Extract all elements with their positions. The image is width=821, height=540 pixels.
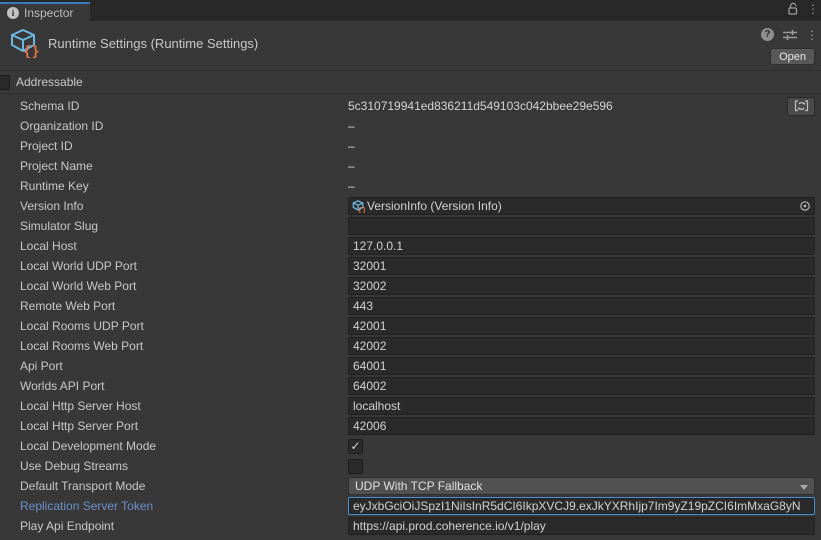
property-label: Local Http Server Host [20, 399, 348, 413]
api-port-input[interactable]: 64001 [348, 357, 815, 375]
property-label: Use Debug Streams [20, 459, 348, 473]
property-row-runtime-key: Runtime Key– [0, 176, 821, 196]
tab-label: Inspector [24, 6, 73, 20]
chevron-down-icon [800, 485, 808, 490]
property-row-version-info: Version Info{}VersionInfo (Version Info) [0, 196, 821, 216]
schema-id-value: 5c310719941ed836211d549103c042bbee29e596 [348, 99, 613, 113]
default-transport-mode-dropdown[interactable]: UDP With TCP Fallback [348, 477, 815, 495]
local-http-server-host-input[interactable]: localhost [348, 397, 815, 415]
property-row-local-rooms-web-port: Local Rooms Web Port42002 [0, 336, 821, 356]
property-row-local-rooms-udp-port: Local Rooms UDP Port42001 [0, 316, 821, 336]
property-label: Project Name [20, 159, 348, 173]
local-rooms-udp-port-input[interactable]: 42001 [348, 317, 815, 335]
kebab-menu-icon[interactable]: ⋮ [807, 3, 815, 15]
property-row-organization-id: Organization ID– [0, 116, 821, 136]
kebab-menu-icon[interactable]: ⋮ [806, 29, 814, 41]
property-row-use-debug-streams: Use Debug Streams✓ [0, 456, 821, 476]
property-row-schema-id: Schema ID5c310719941ed836211d549103c042b… [0, 96, 821, 116]
property-row-local-http-server-port: Local Http Server Port42006 [0, 416, 821, 436]
local-host-input[interactable]: 127.0.0.1 [348, 237, 815, 255]
local-world-web-port-input[interactable]: 32002 [348, 277, 815, 295]
property-label: Local Host [20, 239, 348, 253]
remote-web-port-input[interactable]: 443 [348, 297, 815, 315]
property-row-local-world-udp-port: Local World UDP Port32001 [0, 256, 821, 276]
scriptable-object-icon: {} [352, 200, 365, 213]
object-picker-icon[interactable] [798, 199, 812, 213]
unlock-icon[interactable] [788, 2, 799, 15]
property-label: Replication Server Token [20, 499, 348, 513]
svg-text:{}: {} [358, 205, 365, 212]
property-row-default-transport-mode: Default Transport Mode UDP With TCP Fallb… [0, 476, 821, 496]
property-row-simulator-slug: Simulator Slug [0, 216, 821, 236]
version-info-object-field[interactable]: {}VersionInfo (Version Info) [348, 197, 815, 215]
property-label: Local World UDP Port [20, 259, 348, 273]
property-label: Runtime Key [20, 179, 348, 193]
addressable-row: ✓ Addressable [0, 71, 821, 94]
property-row-local-http-server-host: Local Http Server Hostlocalhost [0, 396, 821, 416]
property-label: Default Transport Mode [20, 479, 348, 493]
property-label: Version Info [20, 199, 348, 213]
property-row-project-name: Project Name– [0, 156, 821, 176]
properties-list: Schema ID5c310719941ed836211d549103c042b… [0, 94, 821, 536]
presets-icon[interactable] [783, 29, 797, 41]
property-label: Local Development Mode [20, 439, 348, 453]
property-row-project-id: Project ID– [0, 136, 821, 156]
runtime-key-value: – [348, 179, 355, 193]
svg-text:{}: {} [23, 44, 39, 58]
property-label: Organization ID [20, 119, 348, 133]
addressable-checkbox[interactable]: ✓ [0, 75, 10, 90]
property-row-local-development-mode: Local Development Mode✓ [0, 436, 821, 456]
property-label: Project ID [20, 139, 348, 153]
property-label: Worlds API Port [20, 379, 348, 393]
organization-id-value: – [348, 119, 355, 133]
worlds-api-port-input[interactable]: 64002 [348, 377, 815, 395]
project-id-value: – [348, 139, 355, 153]
simulator-slug-input[interactable] [348, 217, 815, 235]
local-development-mode-checkbox[interactable]: ✓ [348, 439, 363, 454]
help-icon[interactable]: ? [761, 28, 774, 41]
inspector-header: {} Runtime Settings (Runtime Settings) ?… [0, 21, 821, 71]
property-row-local-host: Local Host127.0.0.1 [0, 236, 821, 256]
object-field-value: VersionInfo (Version Info) [367, 199, 798, 213]
property-row-replication-server-token: Replication Server TokeneyJxbGciOiJSpzI1… [0, 496, 821, 516]
info-icon: i [7, 7, 19, 19]
property-row-local-world-web-port: Local World Web Port32002 [0, 276, 821, 296]
tab-inspector[interactable]: i Inspector [0, 2, 90, 21]
property-label: Local Rooms Web Port [20, 339, 348, 353]
project-name-value: – [348, 159, 355, 173]
property-row-play-api-endpoint: Play Api Endpointhttps://api.prod.cohere… [0, 516, 821, 536]
copy-schema-id-button[interactable] [787, 97, 815, 116]
replication-server-token-input[interactable]: eyJxbGciOiJSpzI1NiIsInR5dCI6IkpXVCJ9.exJ… [348, 497, 815, 515]
property-label: Simulator Slug [20, 219, 348, 233]
property-label: Local Rooms UDP Port [20, 319, 348, 333]
addressable-label: Addressable [16, 75, 83, 89]
use-debug-streams-checkbox[interactable]: ✓ [348, 459, 363, 474]
page-title: Runtime Settings (Runtime Settings) [48, 36, 258, 51]
open-button[interactable]: Open [770, 48, 815, 65]
property-label: Schema ID [20, 99, 348, 113]
property-label: Remote Web Port [20, 299, 348, 313]
local-http-server-port-input[interactable]: 42006 [348, 417, 815, 435]
property-row-worlds-api-port: Worlds API Port64002 [0, 376, 821, 396]
property-label: Local Http Server Port [20, 419, 348, 433]
property-row-api-port: Api Port64001 [0, 356, 821, 376]
tab-bar: i Inspector ⋮ [0, 0, 821, 21]
property-label: Local World Web Port [20, 279, 348, 293]
property-label: Play Api Endpoint [20, 519, 348, 533]
dropdown-selected-value: UDP With TCP Fallback [355, 479, 482, 493]
play-api-endpoint-input[interactable]: https://api.prod.coherence.io/v1/play [348, 517, 815, 535]
local-world-udp-port-input[interactable]: 32001 [348, 257, 815, 275]
local-rooms-web-port-input[interactable]: 42002 [348, 337, 815, 355]
coherence-cube-icon: {} [9, 28, 39, 58]
property-row-remote-web-port: Remote Web Port443 [0, 296, 821, 316]
property-label: Api Port [20, 359, 348, 373]
